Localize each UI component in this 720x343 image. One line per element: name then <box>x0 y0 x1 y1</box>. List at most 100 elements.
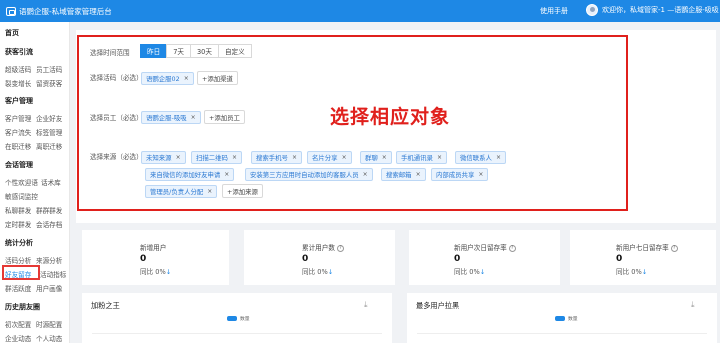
time-option-custom[interactable]: 自定义 <box>217 44 252 58</box>
sidebar-item-personal-moments[interactable]: 个人动态 <box>36 333 62 343</box>
stat-compare: 同比 0%↓ <box>616 268 648 276</box>
gridline <box>417 333 707 334</box>
annotation-title: 选择相应对象 <box>330 106 451 128</box>
sidebar-item-initial-config[interactable]: 初次配置 <box>5 319 31 329</box>
chart-legend[interactable]: 数量 <box>555 315 578 322</box>
staff-label: 选择员工（必选） <box>90 114 143 122</box>
close-icon[interactable]: × <box>176 154 181 161</box>
help-icon[interactable]: ? <box>508 244 516 252</box>
time-option-yesterday[interactable]: 昨日 <box>140 44 168 58</box>
sidebar-item-enterprise-friends[interactable]: 企业好友 <box>36 113 62 123</box>
source-tag[interactable]: 微信联系人 × <box>455 151 506 164</box>
close-icon[interactable]: × <box>496 154 501 161</box>
logo-icon <box>6 6 16 16</box>
close-icon[interactable]: × <box>292 154 297 161</box>
manual-link[interactable]: 使用手册 <box>540 6 568 16</box>
source-tag[interactable]: 群聊 × <box>360 151 392 164</box>
user-menu[interactable]: 欢迎你，私域管家-1 —语鹦企服-吸吸 <box>586 4 719 16</box>
close-icon[interactable]: × <box>437 154 442 161</box>
top-bar: 语鹦企服-私域管家管理后台 使用手册 欢迎你，私域管家-1 —语鹦企服-吸吸 <box>0 0 720 22</box>
sidebar-item-group-broadcast[interactable]: 群群群发 <box>36 205 62 215</box>
down-arrow-icon: ↓ <box>165 268 172 276</box>
sidebar-item-code-analysis[interactable]: 活码分析 <box>5 255 31 265</box>
sidebar-item-private-broadcast[interactable]: 私聊群发 <box>5 205 31 215</box>
close-icon[interactable]: × <box>363 171 368 178</box>
sidebar-item-super-code[interactable]: 超级活码 <box>5 64 31 74</box>
close-icon[interactable]: × <box>207 188 212 195</box>
time-option-30-days[interactable]: 30天 <box>189 44 219 58</box>
close-icon[interactable]: × <box>184 75 189 82</box>
source-tag[interactable]: 手机通讯录 × <box>396 151 447 164</box>
close-icon[interactable]: × <box>232 154 237 161</box>
avatar <box>586 4 598 16</box>
sidebar-section-sessions[interactable]: 会话管理 <box>5 160 33 170</box>
download-icon[interactable]: ⤓ <box>364 300 368 310</box>
source-tag[interactable]: 名片分享 × <box>307 151 352 164</box>
stat-new-users: 新增用户 0 同比 0%↓ <box>140 244 172 276</box>
time-range-label: 选择时间范围 <box>90 49 130 57</box>
source-tag[interactable]: 搜索手机号 × <box>251 151 302 164</box>
sidebar-item-group-activity[interactable]: 群活跃度 <box>5 283 31 293</box>
close-icon[interactable]: × <box>382 154 387 161</box>
sidebar-item-tags[interactable]: 标签管理 <box>36 127 62 137</box>
sidebar-item-user-profile[interactable]: 用户画像 <box>36 283 62 293</box>
chart-title: 加粉之王 <box>91 301 120 310</box>
stat-value: 0 <box>302 254 309 264</box>
sidebar-item-leads[interactable]: 留资获客 <box>36 78 62 88</box>
sidebar-item-scripts[interactable]: 话术库 <box>41 177 61 187</box>
sidebar-section-acquisition[interactable]: 获客引流 <box>5 47 33 57</box>
sidebar-item-sensitive-words[interactable]: 敏感词监控 <box>5 191 38 201</box>
help-icon[interactable]: ? <box>336 244 344 252</box>
sidebar-item-customer-mgmt[interactable]: 客户管理 <box>5 113 31 123</box>
sidebar: 首页 获客引流 超级活码 员工活码 裂变增长 留资获客 客户管理 客户管理 企业… <box>0 22 70 343</box>
chart-title: 最多用户拉黑 <box>416 301 460 310</box>
source-tag[interactable]: 安装第三方应用时自动添加的客服人员 × <box>245 168 373 181</box>
brand[interactable]: 语鹦企服-私域管家管理后台 <box>0 6 112 17</box>
help-icon[interactable]: ? <box>670 244 678 252</box>
source-tag[interactable]: 扫描二维码 × <box>191 151 242 164</box>
add-source-button[interactable]: +添加来源 <box>222 184 263 198</box>
sidebar-section-analytics[interactable]: 统计分析 <box>5 238 33 248</box>
chart-panel-most-blocked: 最多用户拉黑 ⤓ 数量 <box>407 293 717 343</box>
source-tag[interactable]: 内部成员共享 × <box>431 168 489 181</box>
app-title: 语鹦企服-私域管家管理后台 <box>19 6 112 16</box>
close-icon[interactable]: × <box>342 154 347 161</box>
gridline <box>92 333 382 334</box>
staff-tag[interactable]: 语鹦企服-吸吸 × <box>141 111 201 124</box>
sidebar-section-moments[interactable]: 历史朋友圈 <box>5 302 40 312</box>
stat-value: 0 <box>454 254 461 264</box>
sidebar-item-company-moments[interactable]: 企业动态 <box>5 333 31 343</box>
sidebar-item-offjob-transfer[interactable]: 离职迁移 <box>36 141 62 151</box>
add-channel-button[interactable]: +添加渠道 <box>197 71 238 85</box>
stat-value: 0 <box>616 254 623 264</box>
sidebar-section-customers[interactable]: 客户管理 <box>5 96 33 106</box>
source-tag[interactable]: 搜索邮箱 × <box>381 168 426 181</box>
download-icon[interactable]: ⤓ <box>691 300 695 310</box>
close-icon[interactable]: × <box>191 114 196 121</box>
stat-total-users: 累计用户数? 0 同比 0%↓ <box>302 242 344 276</box>
sidebar-item-churn[interactable]: 客户流失 <box>5 127 31 137</box>
code-tag[interactable]: 语鹦企服02 × <box>141 72 194 85</box>
sidebar-item-source-analysis[interactable]: 来源分析 <box>36 255 62 265</box>
sidebar-item-onjob-transfer[interactable]: 在职迁移 <box>5 141 31 151</box>
close-icon[interactable]: × <box>416 171 421 178</box>
source-tag[interactable]: 管理员/负责人分配 × <box>145 185 218 198</box>
close-icon[interactable]: × <box>224 171 229 178</box>
sidebar-item-welcome[interactable]: 个性欢迎语 <box>5 177 38 187</box>
legend-swatch <box>555 316 565 321</box>
sidebar-item-staff-code[interactable]: 员工活码 <box>36 64 62 74</box>
close-icon[interactable]: × <box>478 171 483 178</box>
sidebar-item-activity-metrics[interactable]: 活动指标 <box>40 269 66 279</box>
source-tag[interactable]: 未知来源 × <box>141 151 186 164</box>
chart-legend[interactable]: 数量 <box>227 315 250 322</box>
highlight-box <box>2 265 40 280</box>
stat-compare: 同比 0%↓ <box>302 268 334 276</box>
sidebar-item-source-config[interactable]: 时源配置 <box>36 319 62 329</box>
time-option-7-days[interactable]: 7天 <box>166 44 191 58</box>
sidebar-item-home[interactable]: 首页 <box>5 28 19 38</box>
sidebar-item-scheduled-broadcast[interactable]: 定时群发 <box>5 219 31 229</box>
sidebar-item-session-archive[interactable]: 会话存档 <box>36 219 62 229</box>
sidebar-item-fission[interactable]: 裂变增长 <box>5 78 31 88</box>
add-staff-button[interactable]: +添加员工 <box>204 110 245 124</box>
source-tag[interactable]: 来自微信的添加好友申请 × <box>145 168 235 181</box>
